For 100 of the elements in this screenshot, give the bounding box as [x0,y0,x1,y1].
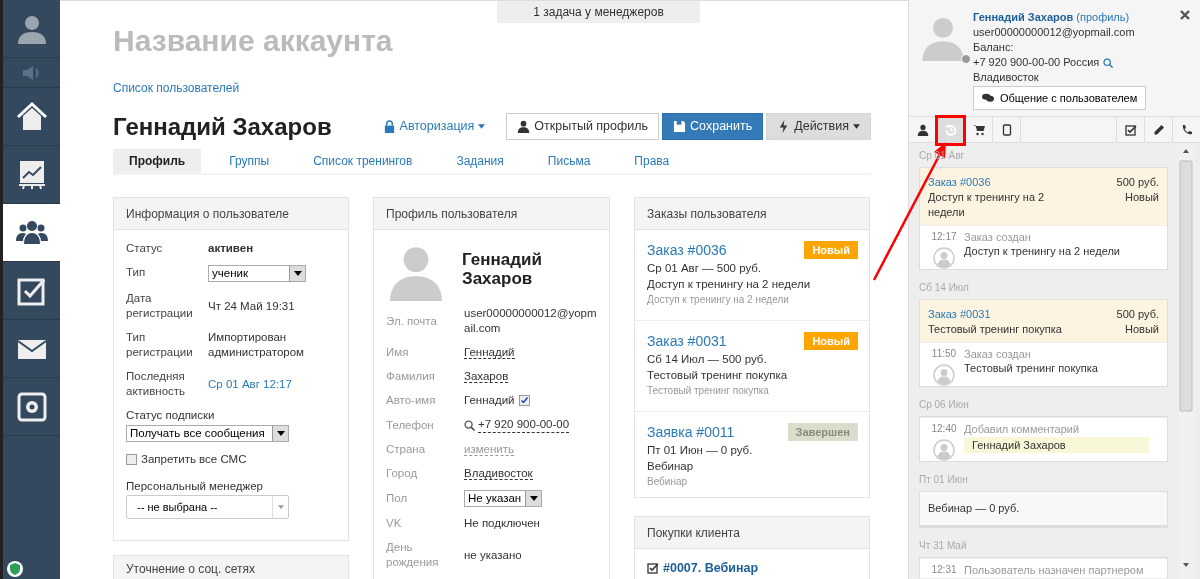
date-label: Ср 06 Июн [919,399,970,411]
order-status: Новый [1124,190,1159,205]
tab[interactable]: Группы [213,149,286,173]
event-text: Тестовый тренинг покупка [964,361,1098,375]
order-link[interactable]: Заказ #0036 [928,175,1117,190]
save-button[interactable]: Сохранить [662,113,764,140]
select-field[interactable]: -- не выбрана -- [126,495,289,519]
field-label: VK [386,516,403,531]
status-tag: Завершен [787,423,858,441]
notice-bar: 1 задача у менеджеров [497,1,700,23]
close-icon[interactable] [1180,10,1190,20]
checkbox[interactable] [126,453,137,465]
field-label: Телефон [386,417,435,433]
order-link[interactable]: Заказ #0031 [928,307,1117,322]
user-title: Геннадий Захаров [113,113,333,140]
account-title: Название аккаунта [113,23,394,59]
check-square-icon [647,562,659,574]
check-square-icon [1124,123,1137,136]
editable-value[interactable]: Геннадий [464,346,515,359]
order-note: Вебинар [647,475,689,489]
caret-icon [293,271,302,276]
panel-title: Заказы пользователя [635,198,869,230]
order-description: Доступ к тренингу на 2 недели [928,190,1046,220]
comment-text: Геннадий Захаров [964,437,1149,453]
order-status: Новый [1124,322,1159,337]
order-product: Тестовый тренинг покупка [647,368,789,383]
phone-icon [1180,123,1193,136]
status-tag: Новый [804,241,858,259]
check-icon [519,396,529,406]
event-title: Заказ создан [964,230,1032,244]
field-label: Статус подписки [126,408,216,423]
order-amount: 500 руб. [1116,307,1159,322]
purchase-link[interactable]: #0007. Вебинар [663,561,759,575]
event-time: 12:31 [931,563,957,577]
shield-icon [7,561,23,577]
balance-label: Баланс: [973,40,1015,55]
feed-text: Вебинар — 0 руб. [920,492,1167,527]
change-link[interactable]: изменить [464,443,515,456]
field-label: Дата регистрации [126,291,194,321]
actions-dropdown[interactable]: Действия [766,113,871,140]
status-dot [961,54,971,64]
field-value: Геннадий [464,394,515,406]
profile-name: Геннадий Захаров [462,250,543,288]
lock-icon [382,120,396,133]
field-value: активен [208,242,254,254]
order-link[interactable]: Заказ #0031 [647,333,727,349]
caret-icon [478,124,486,129]
panel-title: Покупки клиента [635,517,869,549]
person-icon [517,120,531,133]
cart-icon [972,123,985,136]
event-time: 11:50 [931,347,957,361]
phone-text: +7 920 900-00-00 Россия [973,55,1100,70]
order-link[interactable]: Заказ #0036 [647,242,727,258]
order-amount: 500 руб. [1116,175,1159,190]
open-profile-button[interactable]: Открытый профиль [506,113,660,140]
event-time: 12:40 [931,422,957,436]
breadcrumb-link[interactable]: Список пользователей [113,81,240,95]
order-description: Тестовый тренинг покупка [928,322,1063,337]
date-label: Чт 31 Май [919,540,968,552]
order-link[interactable]: Заявка #0011 [647,424,735,440]
sidebar-item[interactable] [3,204,60,262]
field-label: Тип регистрации [126,330,194,360]
order-summary: Пт 01 Июн — 0 руб. [647,443,754,458]
chat-button[interactable]: Общение с пользователем [973,86,1147,110]
order-note: Тестовый тренинг покупка [647,384,770,398]
tab[interactable]: Профиль [113,149,202,173]
checkbox[interactable] [518,395,530,407]
pencil-icon [1152,123,1165,136]
history-icon [944,123,957,136]
email-text: user00000000012@yopmail.com [973,25,1136,40]
field-value: не указано [464,548,522,561]
event-title: Добавил комментарий [964,422,1081,436]
panel-title: Информация о пользователе [114,198,348,230]
order-product: Вебинар [647,459,695,474]
tablet-icon [1000,123,1013,136]
checkbox-label: Запретить все СМС [141,453,247,465]
tab[interactable]: Список тренингов [297,149,429,173]
phone-value[interactable]: +7 920 900-00-00 [478,417,570,433]
tab[interactable]: Письма [531,149,607,173]
profile-link[interactable]: (профиль) [1076,11,1130,23]
tab[interactable]: Задания [440,149,520,173]
editable-value[interactable]: Владивосток [464,467,533,480]
date-label: Сб 14 Июл [919,282,970,294]
select-field[interactable]: ученик [208,265,306,282]
field-label: Авто-имя [386,393,437,408]
event-title: Заказ создан [964,347,1032,361]
field-label: Эл. почта [386,313,438,329]
auth-dropdown[interactable]: Авторизация [372,113,496,140]
date-label: Пт 01 Июн [919,474,969,486]
user-name-link[interactable]: Геннадий Захаров [973,11,1074,23]
caret-icon [853,124,860,129]
select-field[interactable]: Получать все сообщения [126,425,289,442]
search-icon [464,419,475,431]
caret-icon [277,505,284,509]
editable-value[interactable]: Захаров [464,370,509,383]
activity-link[interactable]: Ср 01 Авг 12:17 [208,377,292,390]
field-label: Последняя активность [126,369,187,399]
tab[interactable]: Права [618,149,686,173]
city-text: Владивосток [973,70,1040,85]
select-field[interactable]: Не указан [464,490,542,507]
